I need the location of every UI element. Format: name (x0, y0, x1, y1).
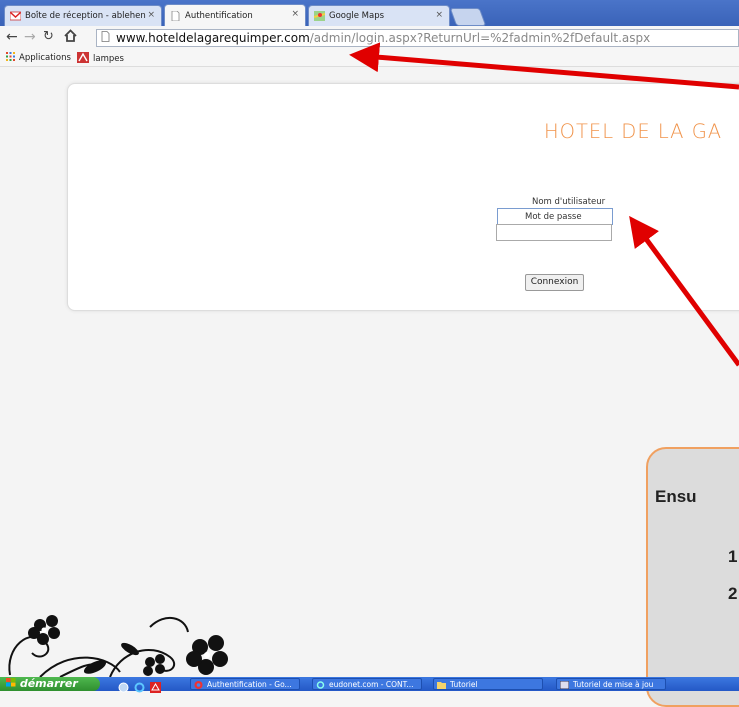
taskbar-item-folder[interactable]: Tutoriel (433, 678, 543, 690)
task-label: eudonet.com - CONT... (329, 680, 414, 689)
taskbar-item-word[interactable]: Tutoriel de mise à jou (556, 678, 666, 690)
document-icon (559, 680, 570, 689)
callout-step-2: 2 (728, 584, 738, 603)
windows-taskbar: démarrer Authentification - Go... eudone… (0, 677, 739, 693)
arrow-to-url (349, 42, 739, 90)
ie-icon[interactable] (134, 678, 145, 697)
acrobat-icon[interactable] (150, 678, 161, 697)
folder-icon (437, 681, 446, 689)
taskbar-item-chrome[interactable]: Authentification - Go... (190, 678, 300, 690)
start-button[interactable]: démarrer (0, 677, 100, 691)
arrow-to-password (629, 215, 739, 367)
task-label: Authentification - Go... (207, 680, 292, 689)
chrome-icon (194, 681, 203, 689)
show-desktop-icon[interactable] (118, 678, 129, 697)
taskbar-item-ie[interactable]: eudonet.com - CONT... (312, 678, 422, 690)
start-label: démarrer (19, 677, 78, 690)
callout-step-1: 1 (728, 547, 738, 566)
ie-icon (316, 681, 325, 689)
windows-logo-icon (6, 677, 20, 690)
task-label: Tutoriel (450, 680, 478, 689)
task-label: Tutoriel de mise à jou (573, 680, 654, 689)
instruction-callout: Ensu 1 2 (646, 447, 739, 707)
annotation-arrows (349, 42, 739, 367)
callout-heading: Ensu (655, 487, 697, 506)
